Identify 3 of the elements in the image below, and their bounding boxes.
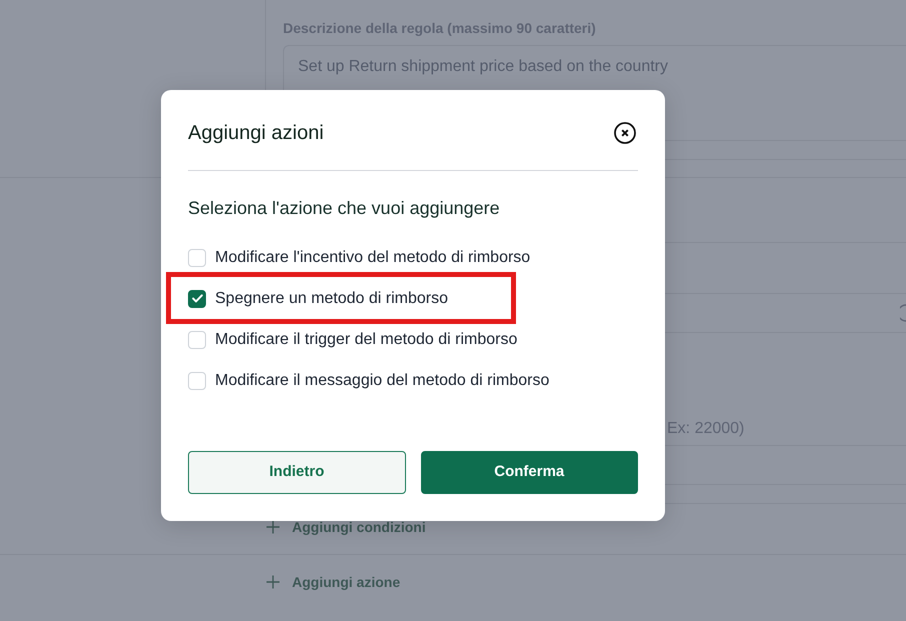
dialog-title: Aggiungi azioni [188, 120, 324, 146]
dialog-prompt: Seleziona l'azione che vuoi aggiungere [188, 197, 500, 220]
field-value: Set up Return shippment price based on the country [298, 57, 668, 77]
